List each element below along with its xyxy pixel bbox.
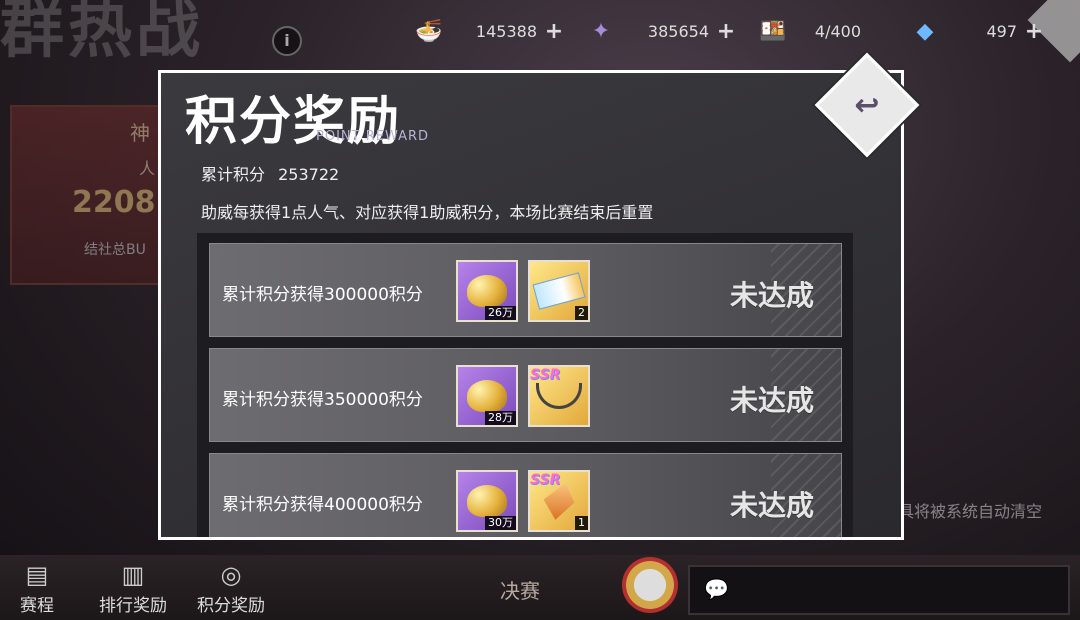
- return-arrow-icon: ↩: [854, 87, 880, 123]
- tab-label: 积分奖励: [197, 596, 265, 616]
- gold-coins-icon[interactable]: 26万: [456, 260, 518, 322]
- diamond-icon: ◆: [916, 18, 934, 44]
- chat-icon: 💬: [704, 577, 729, 601]
- resource-food: 🍜 145388 +: [415, 17, 565, 45]
- reward-condition: 累计积分获得350000积分: [222, 390, 423, 410]
- crystal-icon: ✦: [591, 18, 611, 44]
- resource-value: 145388: [475, 21, 537, 41]
- reward-condition: 累计积分获得300000积分: [222, 285, 423, 305]
- bottom-bar: ▤ 赛程 ▥ 排行奖励 ◎ 积分奖励 决赛 💬: [0, 555, 1080, 620]
- points-value: 253722: [278, 165, 340, 184]
- food-bowl-icon: 🍜: [415, 18, 443, 44]
- point-reward-modal: 积分奖励 POINT REWARD 累计积分 253722 助威每获得1点人气、…: [158, 70, 904, 540]
- stage-label: 决赛: [500, 579, 540, 603]
- item-quantity: 30万: [485, 516, 516, 530]
- tiara-icon[interactable]: SSR: [528, 365, 590, 427]
- reward-status: 未达成: [730, 384, 815, 417]
- resource-bar: 🍜 145388 + ✦ 385654 + 🍱 4/400 ◆ 497 +: [415, 10, 1050, 52]
- item-quantity: 2: [575, 306, 588, 320]
- rarity-badge: SSR: [530, 472, 561, 488]
- tab-point-rewards[interactable]: ◎ 积分奖励: [190, 561, 272, 616]
- gold-coins-icon[interactable]: 28万: [456, 365, 518, 427]
- modal-subtitle: POINT REWARD: [316, 129, 430, 144]
- stamina-icon: 🍱: [759, 18, 787, 44]
- event-banner-title: 群热战: [0, 0, 204, 67]
- schedule-icon: ▤: [25, 561, 49, 589]
- reward-condition: 累计积分获得400000积分: [222, 495, 423, 515]
- guild-panel-sub: 人: [139, 159, 156, 178]
- reward-row: 累计积分获得350000积分 28万 SSR 未达成: [209, 348, 842, 442]
- reward-list[interactable]: 累计积分获得300000积分 26万 2 未达成 累计积分获得350000积分 …: [197, 233, 853, 537]
- resource-stamina: 🍱 4/400: [759, 17, 889, 45]
- item-quantity: 1: [575, 516, 588, 530]
- resource-value: 385654: [647, 21, 709, 41]
- guild-panel-caption: 结社总BU: [84, 242, 146, 258]
- points-label: 累计积分: [201, 165, 266, 184]
- reward-status: 未达成: [730, 489, 815, 522]
- crystal-shard-icon[interactable]: SSR 1: [528, 470, 590, 532]
- reward-row: 累计积分获得400000积分 30万 SSR 1 未达成: [209, 453, 842, 537]
- resource-value: 497: [986, 21, 1017, 41]
- reward-row: 累计积分获得300000积分 26万 2 未达成: [209, 243, 842, 337]
- resource-diamond: ◆ 497 +: [911, 17, 1045, 45]
- reward-status: 未达成: [730, 279, 815, 312]
- guild-panel-title: 神: [130, 121, 150, 145]
- tab-ranking-rewards[interactable]: ▥ 排行奖励: [92, 561, 174, 616]
- resource-value: 4/400: [814, 21, 861, 41]
- rarity-badge: SSR: [530, 367, 561, 383]
- info-button[interactable]: i: [272, 26, 302, 56]
- accumulated-points: 累计积分 253722: [201, 161, 347, 185]
- add-food-button[interactable]: +: [543, 19, 565, 44]
- coin-stack-icon: ◎: [220, 561, 242, 589]
- tab-label: 排行奖励: [99, 596, 167, 616]
- tab-schedule[interactable]: ▤ 赛程: [14, 561, 60, 616]
- guild-panel: 神 人 22081 结社总BU: [10, 105, 180, 285]
- add-crystal-button[interactable]: +: [715, 19, 737, 44]
- add-diamond-button[interactable]: +: [1023, 19, 1045, 44]
- chat-input[interactable]: 💬: [688, 565, 1070, 615]
- item-quantity: 28万: [485, 411, 516, 425]
- gold-coins-icon[interactable]: 30万: [456, 470, 518, 532]
- ticket-icon[interactable]: 2: [528, 260, 590, 322]
- mascot-avatar[interactable]: [622, 557, 678, 613]
- ranking-icon: ▥: [121, 561, 145, 589]
- tab-label: 赛程: [20, 596, 54, 616]
- resource-crystal: ✦ 385654 +: [587, 17, 737, 45]
- item-quantity: 26万: [485, 306, 516, 320]
- reward-description: 助威每获得1点人气、对应获得1助威积分，本场比赛结束后重置: [201, 203, 654, 222]
